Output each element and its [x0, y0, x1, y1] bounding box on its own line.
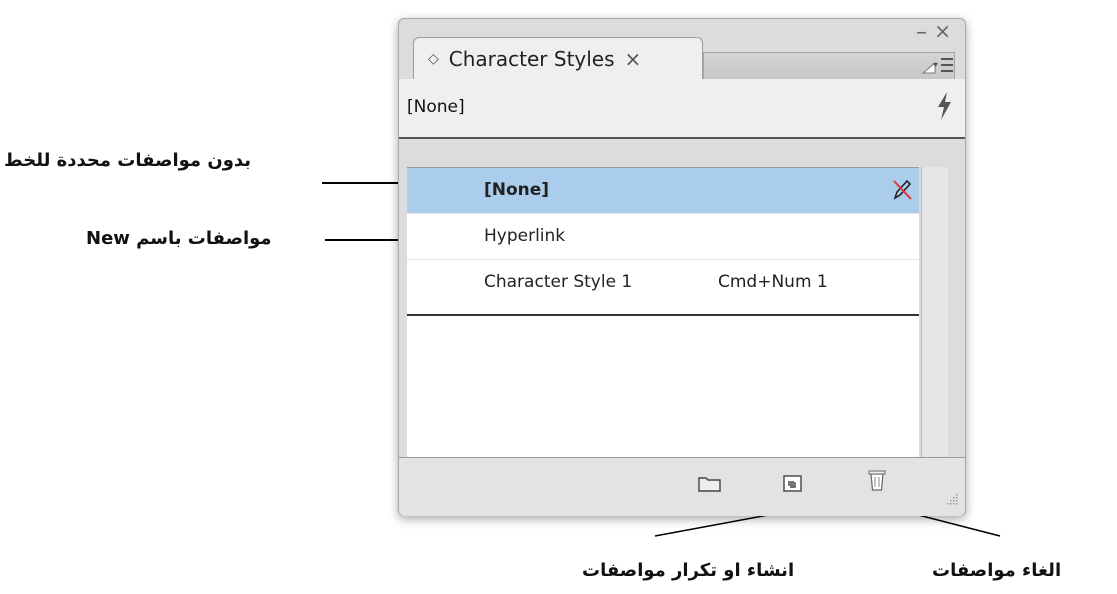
- style-name: [None]: [484, 180, 550, 200]
- new-style-icon[interactable]: [782, 474, 808, 496]
- tab-strip-background: [703, 52, 955, 79]
- annotation-new-style: مواصفات باسم New: [86, 228, 272, 249]
- style-list: [None] Hyperlink Character Style 1 Cmd+N…: [407, 167, 919, 460]
- style-name: Hyperlink: [484, 226, 566, 246]
- style-name: Character Style 1: [484, 272, 633, 292]
- list-divider: [407, 314, 919, 316]
- lightning-bolt-icon[interactable]: [935, 91, 953, 128]
- tab-character-styles[interactable]: ◇ Character Styles ×: [413, 37, 703, 79]
- annotation-none-style: بدون مواصفات محددة للخط: [4, 150, 252, 171]
- annotation-delete: الغاء مواصفات: [932, 560, 1062, 581]
- list-item-none[interactable]: [None]: [407, 168, 919, 214]
- annotation-create-duplicate: انشاء او تكرار مواصفات: [582, 560, 795, 581]
- list-item-character-style-1[interactable]: Character Style 1 Cmd+Num 1: [407, 260, 919, 306]
- character-styles-panel: – × ◇ Character Styles × [None] [None] H…: [398, 18, 966, 516]
- no-delete-pencil-icon: [891, 178, 913, 206]
- folder-icon[interactable]: [697, 474, 723, 496]
- current-style-bar: [None]: [399, 79, 965, 139]
- current-style-label: [None]: [407, 97, 465, 117]
- tab-strip: ◇ Character Styles ×: [409, 33, 955, 79]
- list-item-hyperlink[interactable]: Hyperlink: [407, 214, 919, 260]
- tab-close-icon[interactable]: ×: [625, 47, 642, 71]
- style-shortcut: Cmd+Num 1: [718, 272, 828, 292]
- trash-icon[interactable]: [867, 468, 893, 491]
- tab-label: Character Styles: [448, 46, 615, 71]
- scrollbar[interactable]: [921, 167, 948, 459]
- panel-menu-icon[interactable]: [921, 53, 955, 80]
- resize-grip-icon[interactable]: [943, 493, 959, 510]
- stepper-arrows-icon: ◇: [428, 50, 439, 67]
- panel-footer: [399, 457, 965, 516]
